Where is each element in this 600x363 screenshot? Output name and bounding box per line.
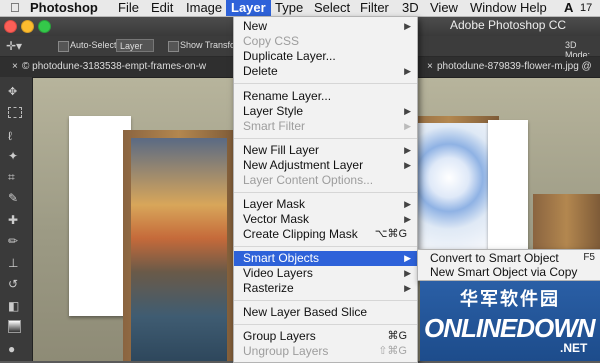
tab-document-frames[interactable]: © photodune-3183538-empt-frames-on-w — [22, 57, 206, 77]
menu-item-layer-style[interactable]: Layer Style ▶ — [234, 104, 417, 119]
menu-item-vector-mask[interactable]: Vector Mask ▶ — [234, 212, 417, 227]
submenu-arrow-icon: ▶ — [404, 121, 411, 131]
menu-item-new-adjustment-layer[interactable]: New Adjustment Layer ▶ — [234, 158, 417, 173]
menu-item-new[interactable]: New ▶ — [234, 19, 417, 34]
menu-separator — [234, 138, 417, 139]
tab-document-flower[interactable]: photodune-879839-flower-m.jpg @ 33.3 — [437, 57, 600, 92]
submenu-arrow-icon: ▶ — [404, 160, 411, 170]
history-brush-tool-icon[interactable]: ↺ — [8, 277, 24, 291]
flower-photo — [406, 123, 492, 267]
menu-item-group-layers[interactable]: Group Layers ⌘G — [234, 329, 417, 344]
healing-brush-tool-icon[interactable]: ✚ — [8, 213, 24, 227]
menu-filter[interactable]: Filter — [360, 0, 389, 16]
crop-tool-icon[interactable]: ⌗ — [8, 170, 24, 184]
menu-item-rename-layer[interactable]: Rename Layer... — [234, 89, 417, 104]
layer-menu-dropdown: New ▶ Copy CSS Duplicate Layer... Delete… — [233, 16, 418, 363]
menu-layer[interactable]: Layer — [226, 0, 271, 16]
submenu-arrow-icon: ▶ — [404, 199, 411, 209]
menu-window[interactable]: Window — [470, 0, 516, 16]
shortcut-label: ⌘G — [387, 330, 407, 342]
submenu-arrow-icon: ▶ — [404, 21, 411, 31]
shortcut-label: ⌥⌘G — [374, 228, 407, 240]
gradient-tool-icon[interactable] — [8, 320, 21, 333]
app-menu-photoshop[interactable]: Photoshop — [30, 0, 98, 16]
venice-photo — [131, 138, 227, 361]
menu-separator — [234, 300, 417, 301]
menu-item-delete[interactable]: Delete ▶ — [234, 64, 417, 79]
menu-item-smart-filter: Smart Filter ▶ — [243, 119, 411, 133]
watermark-chinese-text: 华军软件园 — [460, 289, 560, 309]
auto-select-dropdown[interactable]: Layer — [116, 39, 154, 52]
eyedropper-tool-icon[interactable]: ✎ — [8, 191, 24, 205]
menu-item-duplicate-layer[interactable]: Duplicate Layer... — [234, 49, 417, 64]
menu-separator — [234, 324, 417, 325]
apple-menu-icon[interactable]:  — [10, 0, 20, 16]
submenu-arrow-icon: ▶ — [404, 145, 411, 155]
zoom-window-icon[interactable] — [38, 20, 51, 33]
menu-separator — [234, 246, 417, 247]
mac-menubar:  Photoshop File Edit Image Layer Type S… — [0, 0, 600, 17]
clone-stamp-tool-icon[interactable]: ⊥ — [8, 256, 24, 270]
menu-separator — [234, 192, 417, 193]
menu-file[interactable]: File — [118, 0, 139, 16]
close-window-icon[interactable] — [4, 20, 17, 33]
menu-item-smart-objects[interactable]: Smart Objects ▶ — [234, 251, 417, 266]
menu-item-create-clipping-mask[interactable]: Create Clipping Mask ⌥⌘G — [234, 227, 417, 242]
smart-objects-submenu: Convert to Smart Object F5 New Smart Obj… — [417, 249, 600, 281]
wood-frame-venice — [123, 130, 235, 361]
auto-select-checkbox[interactable] — [58, 41, 69, 52]
menu-image[interactable]: Image — [186, 0, 222, 16]
menu-item-new-smart-object-via-copy[interactable]: New Smart Object via Copy — [418, 265, 600, 279]
submenu-arrow-icon: ▶ — [404, 214, 411, 224]
menu-item-video-layers[interactable]: Video Layers ▶ — [234, 266, 417, 281]
submenu-arrow-icon: ▶ — [404, 106, 411, 116]
auto-select-label: Auto-Select: — [70, 40, 120, 50]
tab-close-icon[interactable]: × — [427, 57, 433, 77]
submenu-arrow-icon: ▶ — [404, 66, 411, 76]
minimize-window-icon[interactable] — [21, 20, 34, 33]
menu-item-new-fill-layer[interactable]: New Fill Layer ▶ — [234, 143, 417, 158]
submenu-arrow-icon: ▶ — [404, 283, 411, 293]
window-title: Adobe Photoshop CC — [450, 18, 567, 32]
show-transform-checkbox[interactable] — [168, 41, 179, 52]
adobe-logo-icon: A — [564, 0, 574, 15]
menu-item-ungroup-layers: Ungroup Layers ⇧⌘G — [243, 344, 407, 358]
lasso-tool-icon[interactable]: ℓ — [8, 129, 24, 143]
white-frame-right — [488, 120, 528, 256]
move-tool-icon[interactable]: ✛▾ — [6, 39, 22, 53]
menu-3d[interactable]: 3D — [402, 0, 419, 16]
menu-select[interactable]: Select — [314, 0, 350, 16]
show-transform-label: Show Transfo — [180, 40, 236, 50]
menu-item-copy-css: Copy CSS — [243, 34, 300, 48]
auto-select-value: Layer — [120, 41, 143, 51]
submenu-arrow-icon: ▶ — [404, 253, 411, 263]
move-tool-icon[interactable]: ✥ — [8, 85, 24, 98]
tab-close-icon[interactable]: × — [12, 57, 18, 77]
eraser-tool-icon[interactable]: ◧ — [8, 299, 24, 313]
shortcut-label: ⇧⌘G — [378, 345, 407, 357]
blur-tool-icon[interactable]: ● — [8, 342, 24, 356]
tools-panel: ✥ ℓ ✦ ⌗ ✎ ✚ ✏ ⊥ ↺ ◧ ● — [0, 77, 33, 361]
magic-wand-tool-icon[interactable]: ✦ — [8, 149, 24, 163]
menu-view[interactable]: View — [430, 0, 458, 16]
shortcut-label: F5 — [583, 252, 595, 263]
menu-help[interactable]: Help — [520, 0, 547, 16]
white-frame-left — [69, 116, 131, 316]
menu-item-rasterize[interactable]: Rasterize ▶ — [234, 281, 417, 296]
submenu-arrow-icon: ▶ — [404, 268, 411, 278]
menu-separator — [234, 83, 417, 84]
menu-item-layer-mask[interactable]: Layer Mask ▶ — [234, 197, 417, 212]
menubar-number: 17 — [580, 2, 593, 14]
onlinedown-watermark: 华军软件园 ONLINEDOWN .NET — [420, 281, 600, 361]
marquee-tool-icon[interactable] — [8, 107, 22, 118]
menu-edit[interactable]: Edit — [151, 0, 173, 16]
menu-item-new-layer-based-slice[interactable]: New Layer Based Slice — [234, 305, 417, 320]
menu-item-convert-to-smart-object[interactable]: Convert to Smart Object F5 — [418, 251, 600, 265]
brush-tool-icon[interactable]: ✏ — [8, 234, 24, 248]
watermark-suffix: .NET — [560, 341, 588, 355]
watermark-english-text: ONLINEDOWN — [424, 313, 596, 343]
menu-item-layer-content-options: Layer Content Options... — [243, 173, 374, 187]
menu-type[interactable]: Type — [275, 0, 303, 16]
